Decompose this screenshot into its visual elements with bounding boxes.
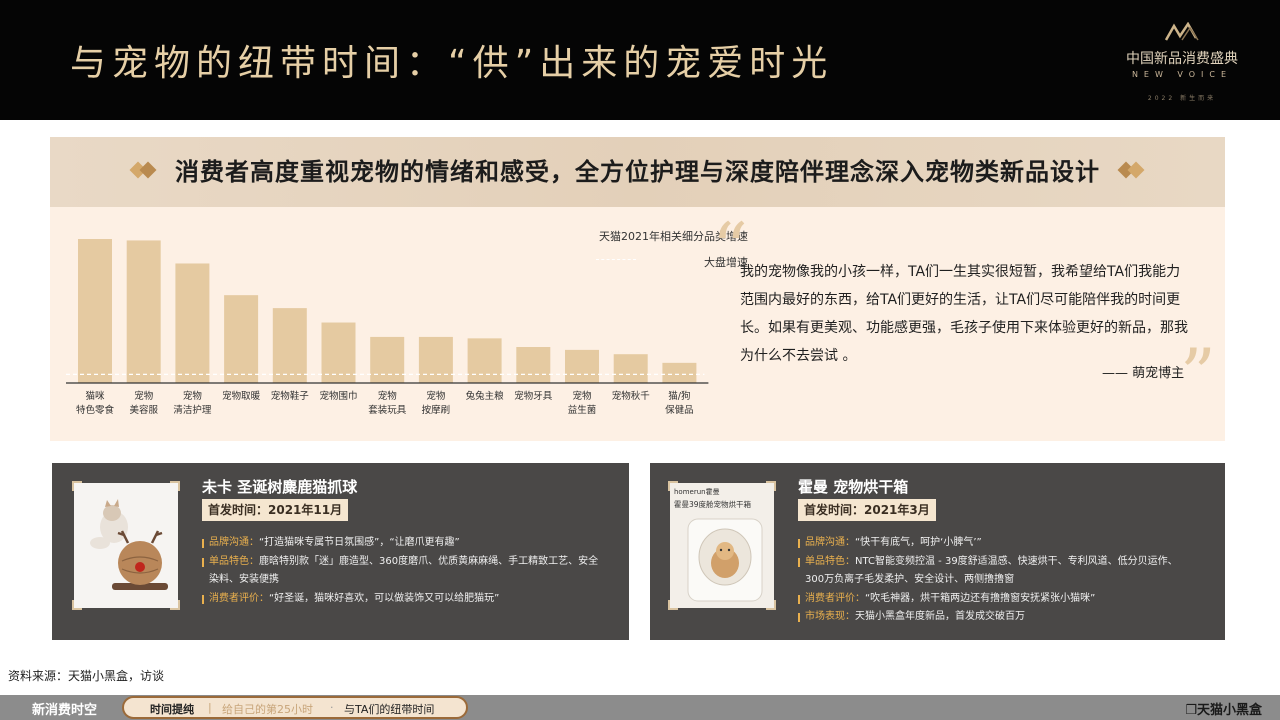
brand-block: 中国新品消费盛典 NEW VOICE 2022 新生而来 — [1112, 21, 1252, 102]
bar — [78, 239, 112, 383]
bar — [370, 336, 405, 383]
header-bar: 与宠物的纽带时间：“供”出来的宠爱时光 中国新品消费盛典 NEW VOICE 2… — [0, 0, 1280, 120]
bar — [516, 347, 551, 383]
bar — [272, 308, 307, 383]
section-nav: 时间提纯 | 给自己的第25小时 · 与TA们的纽带时间 — [122, 696, 468, 719]
category-label: 猫咪特色零食 — [76, 390, 115, 416]
photo-caption: 霍曼39度舱宠物烘干箱 — [674, 500, 752, 509]
product-card-pet-dryer: homerun霍曼 霍曼39度舱宠物烘干箱 霍曼 宠物烘干箱 首发时间：2021… — [650, 463, 1225, 640]
footer-bar: 新消费时空 时间提纯 | 给自己的第25小时 · 与TA们的纽带时间 ❒天猫小黑… — [0, 695, 1280, 720]
tmall-blackbox-logo: ❒天猫小黑盒 — [1185, 703, 1262, 718]
banner: 消费者高度重视宠物的情绪和感受，全方位护理与深度陪伴理念深入宠物类新品设计 — [50, 137, 1225, 207]
category-label: 猫/狗保健品 — [665, 390, 694, 416]
bullet-features: 单品特色：NTC智能变频控温 - 39度舒适温感、快速烘干、专利风道、低分贝运作… — [798, 553, 1188, 590]
category-label: 宠物鞋子 — [271, 390, 310, 402]
category-label: 宠物套装玩具 — [368, 390, 407, 416]
category-label: 宠物美容服 — [129, 390, 158, 416]
new-voice-logo-icon — [1164, 21, 1199, 41]
close-quote-icon: ” — [1180, 334, 1216, 416]
cat-with-reindeer-ball-image — [74, 483, 178, 608]
data-source: 资料来源：天猫小黑盒，访谈 — [8, 669, 165, 683]
nav-item-bond-time[interactable]: 与TA们的纽带时间 — [344, 701, 434, 717]
banner-text: 消费者高度重视宠物的情绪和感受，全方位护理与深度陪伴理念深入宠物类新品设计 — [175, 158, 1100, 186]
brand-subtitle: NEW VOICE — [1131, 70, 1233, 79]
category-label: 宠物益生菌 — [568, 390, 597, 416]
product-title: 未卡 圣诞树麋鹿猫抓球 — [202, 478, 358, 496]
brand-year: 2022 新生而来 — [1147, 95, 1217, 102]
bullet-features: 单品特色：鹿晗特别款「迷」鹿造型、360度磨爪、优质黄麻麻绳、手工精致工艺、安全… — [202, 553, 602, 590]
category-label: 宠物秋千 — [612, 390, 651, 402]
bullet-brand-comm: 品牌沟通：“打造猫咪专属节日氛围感”，“让磨爪更有趣” — [202, 534, 602, 553]
nav-item-time-refine[interactable]: 时间提纯 — [150, 701, 194, 717]
bullet-market: 市场表现：天猫小黑盒年度新品，首发成交破百万 — [798, 608, 1188, 627]
photo-brand: homerun霍曼 — [674, 488, 720, 496]
nav-item-25th-hour[interactable]: 给自己的第25小时 — [222, 701, 313, 717]
bar — [126, 240, 161, 383]
category-label: 宠物按摩刷 — [422, 390, 451, 416]
brand-name: 中国新品消费盛典 — [1126, 51, 1238, 67]
product-card-scratch-ball: 未卡 圣诞树麋鹿猫抓球 首发时间：2021年11月 品牌沟通：“打造猫咪专属节日… — [52, 463, 629, 640]
launch-date-badge: 首发时间：2021年11月 — [202, 499, 349, 521]
product-bullets: 品牌沟通：“快干有底气，呵护‘小脾气’” 单品特色：NTC智能变频控温 - 39… — [798, 534, 1188, 627]
launch-date-badge: 首发时间：2021年3月 — [798, 499, 936, 521]
bar — [662, 362, 697, 383]
bar — [224, 295, 259, 383]
product-title: 霍曼 宠物烘干箱 — [798, 478, 909, 496]
category-label: 兔兔主粮 — [466, 390, 505, 402]
category-label: 宠物清洁护理 — [173, 390, 212, 416]
quote-text: 我的宠物像我的小孩一样，TA们一生其实很短暂，我希望给TA们我能力范围内最好的东… — [740, 264, 1188, 364]
bullet-brand-comm: 品牌沟通：“快干有底气，呵护‘小脾气’” — [798, 534, 1188, 553]
category-label: 宠物牙具 — [514, 390, 553, 402]
bar — [175, 263, 210, 383]
quote-author: —— 萌宠博主 — [1102, 366, 1185, 381]
growth-bar-chart: 猫咪特色零食宠物美容服宠物清洁护理宠物取暖 宠物鞋子 宠物围巾 宠物套装玩具宠物按摩刷… — [66, 239, 709, 416]
bullet-review: 消费者评价：“好圣诞，猫咪好喜欢，可以做装饰又可以给肥猫玩” — [202, 590, 602, 609]
bar — [613, 354, 648, 383]
page-title: 与宠物的纽带时间：“供”出来的宠爱时光 — [70, 43, 834, 84]
product-photo-scratch-ball — [74, 483, 178, 608]
bar — [418, 336, 453, 383]
category-label: 宠物围巾 — [319, 390, 357, 402]
bullet-review: 消费者评价：“吹毛神器，烘干箱两边还有撸撸窗安抚紧张小猫咪” — [798, 590, 1188, 609]
diamond-right-icon — [1117, 161, 1148, 180]
bar — [467, 338, 502, 383]
box-icon: ❒ — [1185, 703, 1197, 718]
product-bullets: 品牌沟通：“打造猫咪专属节日氛围感”，“让磨爪更有趣” 单品特色：鹿晗特别款「迷… — [202, 534, 602, 608]
category-label: 宠物取暖 — [222, 390, 261, 402]
product-photo-pet-dryer: homerun霍曼 霍曼39度舱宠物烘干箱 — [670, 483, 774, 608]
bar — [565, 349, 599, 383]
footer-brand: 新消费时空 — [32, 703, 98, 718]
